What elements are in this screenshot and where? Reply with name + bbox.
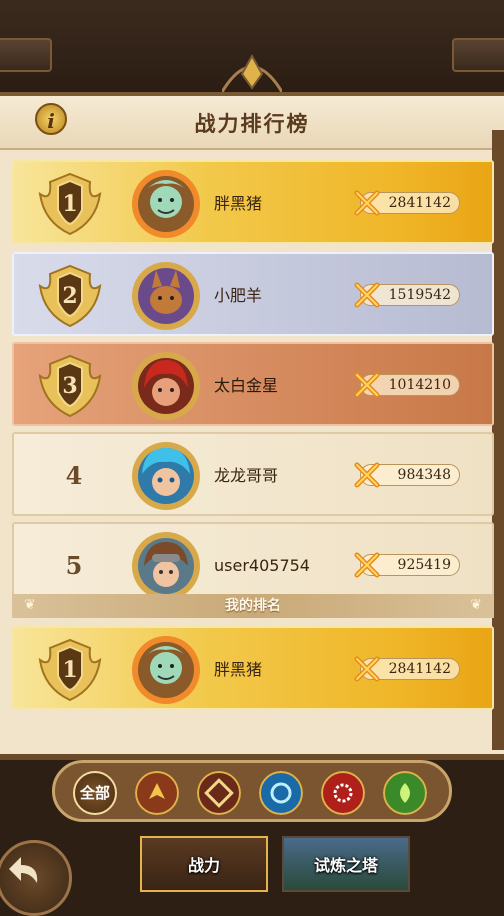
power-value: 925419 (397, 557, 451, 573)
avatar-blue-hair-icon (132, 442, 200, 510)
power-pill: 2841142 (354, 190, 460, 216)
wings-icon[interactable] (135, 771, 179, 815)
tab-power-label: 战力 (187, 856, 220, 875)
rank-number: 2 (62, 283, 78, 309)
info-button[interactable]: i (35, 103, 67, 135)
left-ornament (0, 38, 52, 72)
fleur-right-icon: ❦ (470, 597, 482, 613)
page-title: 战力排行榜 (194, 112, 310, 136)
ranking-row-4[interactable]: 4 龙龙哥哥 984348 (12, 432, 494, 516)
crossed-swords-icon (354, 372, 380, 398)
right-ornament (452, 38, 504, 72)
avatar-goggles-girl-icon (132, 532, 200, 600)
crossed-swords-icon (354, 282, 380, 308)
knot-icon[interactable] (197, 771, 241, 815)
crossed-swords-icon (354, 552, 380, 578)
filter-all-button[interactable]: 全部 (73, 771, 117, 815)
my-rank-divider: ❦ 我的排名 ❦ (12, 594, 494, 618)
tab-trial-tower[interactable]: 试炼之塔 (282, 836, 410, 892)
avatar-jackal-icon (132, 262, 200, 330)
power-pill: 2841142 (354, 656, 460, 682)
gear-sun-icon[interactable] (321, 771, 365, 815)
power-pill: 1014210 (354, 372, 460, 398)
tab-power[interactable]: 战力 (140, 836, 268, 892)
avatar-elf-elder-icon (132, 636, 200, 704)
player-name: 太白金星 (214, 376, 279, 395)
player-name: 龙龙哥哥 (214, 466, 279, 485)
tab-trial-tower-label: 试炼之塔 (313, 856, 378, 875)
class-filter-bar: 全部 (52, 760, 452, 822)
ranking-row-3[interactable]: 3 太白金星 1014210 (12, 342, 494, 426)
player-name: 小肥羊 (214, 286, 263, 305)
power-value: 2841142 (388, 661, 451, 677)
power-value: 1014210 (388, 377, 451, 393)
crossed-swords-icon (354, 190, 380, 216)
crossed-swords-icon (354, 462, 380, 488)
power-pill: 984348 (354, 462, 460, 488)
my-rank-row[interactable]: 1 胖黑猪 2841142 (12, 626, 494, 710)
spiral-icon[interactable] (383, 771, 427, 815)
rank-number: 4 (65, 461, 83, 490)
player-name: 胖黑猪 (214, 660, 263, 679)
rank-number: 1 (62, 657, 78, 683)
player-name: 胖黑猪 (214, 194, 263, 213)
my-rank-label: 我的排名 (225, 598, 281, 614)
power-value: 1519542 (388, 287, 451, 303)
avatar-elf-elder-icon (132, 170, 200, 238)
back-button[interactable] (0, 840, 72, 916)
power-pill: 1519542 (354, 282, 460, 308)
crossed-swords-icon (354, 656, 380, 682)
ranking-row-1[interactable]: 1 胖黑猪 2841142 (12, 160, 494, 244)
power-value: 2841142 (388, 195, 451, 211)
rank-number: 1 (62, 191, 78, 217)
ranking-row-2[interactable]: 2 小肥羊 1519542 (12, 252, 494, 336)
power-pill: 925419 (354, 552, 460, 578)
rank-number: 3 (62, 373, 78, 399)
power-value: 984348 (397, 467, 451, 483)
crest-ornament (222, 53, 282, 93)
swirl-icon[interactable] (259, 771, 303, 815)
avatar-red-hair-icon (132, 352, 200, 420)
back-arrow-icon (9, 857, 38, 883)
